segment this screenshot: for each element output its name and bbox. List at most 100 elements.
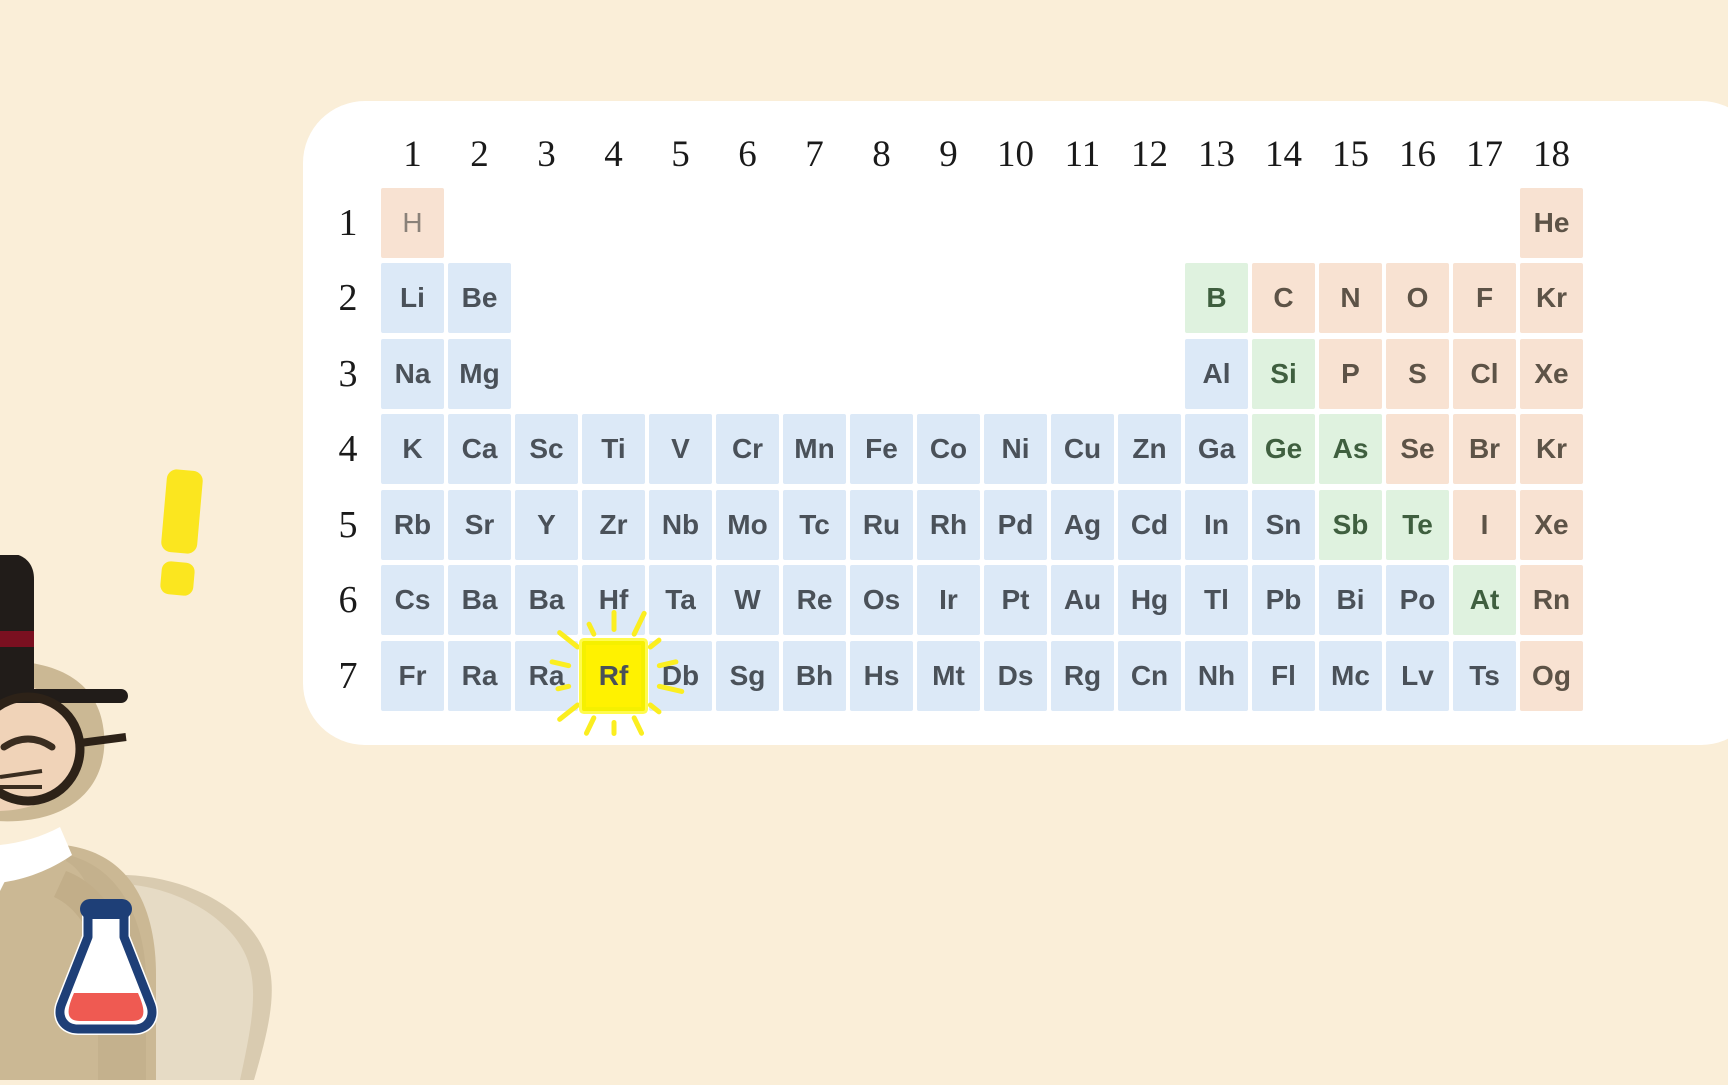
element-cell-Po[interactable]: Po <box>1386 565 1449 636</box>
element-cell-Kr[interactable]: Kr <box>1520 263 1583 334</box>
element-cell-Fe[interactable]: Fe <box>850 414 913 485</box>
element-cell-Og[interactable]: Og <box>1520 640 1583 711</box>
element-cell-Bi[interactable]: Bi <box>1319 565 1382 636</box>
element-cell-Xe[interactable]: Xe <box>1520 489 1583 560</box>
face-shape <box>0 679 77 811</box>
element-cell-Ge[interactable]: Ge <box>1252 414 1315 485</box>
element-cell-Y[interactable]: Y <box>515 489 578 560</box>
element-cell-Li[interactable]: Li <box>381 263 444 334</box>
element-cell-Ni[interactable]: Ni <box>984 414 1047 485</box>
element-cell-Na[interactable]: Na <box>381 338 444 409</box>
element-cell-C[interactable]: C <box>1252 263 1315 334</box>
element-cell-K[interactable]: K <box>381 414 444 485</box>
element-cell-Mn[interactable]: Mn <box>783 414 846 485</box>
element-cell-Tc[interactable]: Tc <box>783 489 846 560</box>
element-cell-Rh[interactable]: Rh <box>917 489 980 560</box>
element-cell-Ba[interactable]: Ba <box>515 565 578 636</box>
element-cell-Ta[interactable]: Ta <box>649 565 712 636</box>
element-cell-Sn[interactable]: Sn <box>1252 489 1315 560</box>
element-cell-Ds[interactable]: Ds <box>984 640 1047 711</box>
element-cell-Sg[interactable]: Sg <box>716 640 779 711</box>
element-cell-At[interactable]: At <box>1453 565 1516 636</box>
element-cell-Au[interactable]: Au <box>1051 565 1114 636</box>
element-cell-P[interactable]: P <box>1319 338 1382 409</box>
element-cell-Sc[interactable]: Sc <box>515 414 578 485</box>
element-cell-Rn[interactable]: Rn <box>1520 565 1583 636</box>
element-cell-Nh[interactable]: Nh <box>1185 640 1248 711</box>
element-cell-Zn[interactable]: Zn <box>1118 414 1181 485</box>
element-cell-Ir[interactable]: Ir <box>917 565 980 636</box>
element-cell-Ts[interactable]: Ts <box>1453 640 1516 711</box>
element-cell-Mg[interactable]: Mg <box>448 338 511 409</box>
element-cell-Rf[interactable]: Rf <box>582 640 645 711</box>
element-cell-Mc[interactable]: Mc <box>1319 640 1382 711</box>
element-cell-Te[interactable]: Te <box>1386 489 1449 560</box>
element-cell-Sr[interactable]: Sr <box>448 489 511 560</box>
element-cell-Db[interactable]: Db <box>649 640 712 711</box>
element-cell-Mt[interactable]: Mt <box>917 640 980 711</box>
element-cell-Cu[interactable]: Cu <box>1051 414 1114 485</box>
element-cell-Rb[interactable]: Rb <box>381 489 444 560</box>
element-slot-Rf: Rf <box>548 609 685 737</box>
element-cell-Hg[interactable]: Hg <box>1118 565 1181 636</box>
period-header-6: 6 <box>338 579 358 622</box>
element-cell-Se[interactable]: Se <box>1386 414 1449 485</box>
element-cell-Ba[interactable]: Ba <box>448 565 511 636</box>
element-cell-Ga[interactable]: Ga <box>1185 414 1248 485</box>
element-cell-Kr[interactable]: Kr <box>1520 414 1583 485</box>
element-cell-Pt[interactable]: Pt <box>984 565 1047 636</box>
element-cell-Re[interactable]: Re <box>783 565 846 636</box>
element-cell-B[interactable]: B <box>1185 263 1248 334</box>
element-cell-Hf[interactable]: Hf <box>582 565 645 636</box>
element-cell-Fr[interactable]: Fr <box>381 640 444 711</box>
element-cell-I[interactable]: I <box>1453 489 1516 560</box>
element-cell-Rg[interactable]: Rg <box>1051 640 1114 711</box>
element-cell-Os[interactable]: Os <box>850 565 913 636</box>
element-cell-F[interactable]: F <box>1453 263 1516 334</box>
element-cell-Ru[interactable]: Ru <box>850 489 913 560</box>
element-cell-Tl[interactable]: Tl <box>1185 565 1248 636</box>
group-header-11: 11 <box>1064 133 1101 175</box>
element-slot-Cs: Cs <box>379 563 446 639</box>
element-slot-Og: Og <box>1518 638 1585 714</box>
element-cell-V[interactable]: V <box>649 414 712 485</box>
element-slot-Bh: Bh <box>781 638 848 714</box>
element-cell-Mo[interactable]: Mo <box>716 489 779 560</box>
element-slot-W: W <box>714 563 781 639</box>
element-slot-Xe: Xe <box>1518 336 1585 412</box>
element-cell-Hs[interactable]: Hs <box>850 640 913 711</box>
element-cell-Ag[interactable]: Ag <box>1051 489 1114 560</box>
element-cell-Cl[interactable]: Cl <box>1453 338 1516 409</box>
element-cell-Cr[interactable]: Cr <box>716 414 779 485</box>
element-cell-Cn[interactable]: Cn <box>1118 640 1181 711</box>
element-cell-Cs[interactable]: Cs <box>381 565 444 636</box>
element-cell-As[interactable]: As <box>1319 414 1382 485</box>
element-cell-S[interactable]: S <box>1386 338 1449 409</box>
element-cell-O[interactable]: O <box>1386 263 1449 334</box>
element-cell-N[interactable]: N <box>1319 263 1382 334</box>
element-slot-F: F <box>1451 261 1518 337</box>
element-cell-Cd[interactable]: Cd <box>1118 489 1181 560</box>
element-cell-Bh[interactable]: Bh <box>783 640 846 711</box>
element-cell-Br[interactable]: Br <box>1453 414 1516 485</box>
element-cell-Fl[interactable]: Fl <box>1252 640 1315 711</box>
element-cell-Xe[interactable]: Xe <box>1520 338 1583 409</box>
element-cell-Pd[interactable]: Pd <box>984 489 1047 560</box>
element-cell-Si[interactable]: Si <box>1252 338 1315 409</box>
element-cell-Be[interactable]: Be <box>448 263 511 334</box>
element-cell-Co[interactable]: Co <box>917 414 980 485</box>
element-cell-Al[interactable]: Al <box>1185 338 1248 409</box>
element-cell-Sb[interactable]: Sb <box>1319 489 1382 560</box>
element-cell-Lv[interactable]: Lv <box>1386 640 1449 711</box>
element-cell-Ra[interactable]: Ra <box>448 640 511 711</box>
element-cell-Ti[interactable]: Ti <box>582 414 645 485</box>
element-cell-Zr[interactable]: Zr <box>582 489 645 560</box>
element-cell-In[interactable]: In <box>1185 489 1248 560</box>
element-cell-He[interactable]: He <box>1520 187 1583 258</box>
element-cell-Ca[interactable]: Ca <box>448 414 511 485</box>
element-cell-Ra[interactable]: Ra <box>515 640 578 711</box>
element-cell-H[interactable]: H <box>381 187 444 258</box>
element-cell-W[interactable]: W <box>716 565 779 636</box>
element-cell-Nb[interactable]: Nb <box>649 489 712 560</box>
element-cell-Pb[interactable]: Pb <box>1252 565 1315 636</box>
